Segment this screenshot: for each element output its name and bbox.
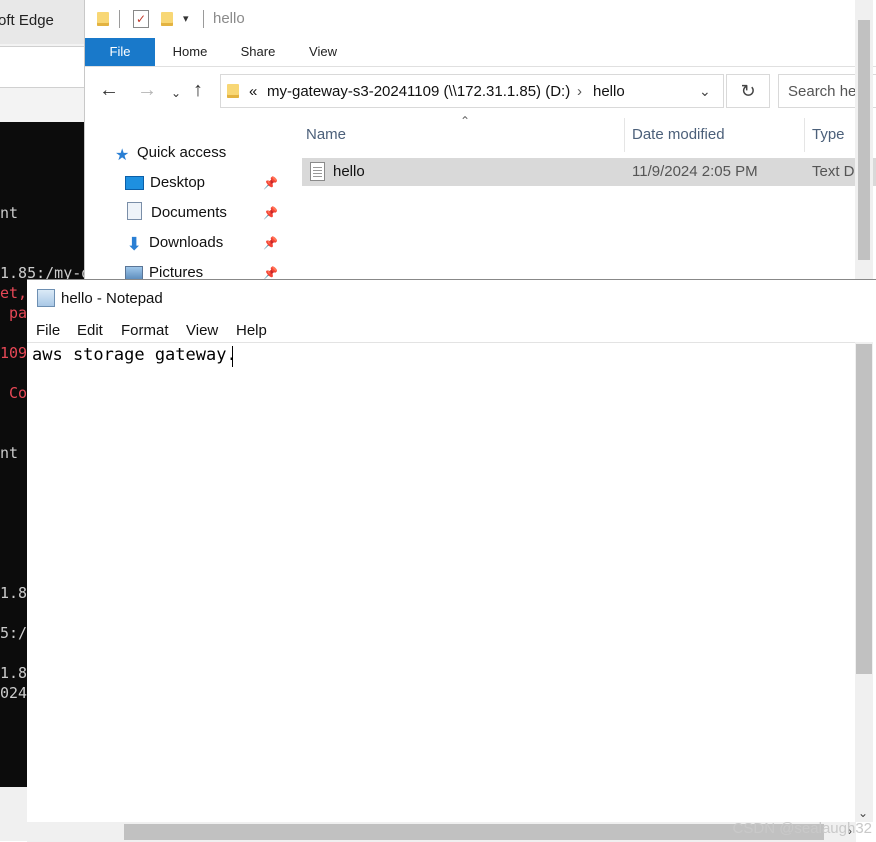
scrollbar-thumb[interactable] (856, 344, 872, 674)
download-icon: ⬇ (126, 234, 142, 254)
breadcrumb-folder[interactable]: hello (593, 83, 625, 100)
edge-title-bar[interactable]: oft Edge (0, 0, 84, 44)
breadcrumb-separator[interactable]: › (577, 83, 582, 100)
file-date-modified: 11/9/2024 2:05 PM (632, 163, 758, 180)
documents-icon (127, 202, 142, 220)
terminal-line: nt (0, 204, 19, 222)
pictures-icon (125, 266, 143, 280)
column-header-name[interactable]: Name (306, 126, 346, 143)
address-dropdown-chevron-icon[interactable]: ⌄ (699, 83, 711, 100)
new-folder-icon[interactable] (161, 12, 173, 26)
menu-view[interactable]: View (186, 322, 218, 339)
notepad-window[interactable]: hello - Notepad File Edit Format View He… (27, 279, 876, 842)
up-arrow-icon[interactable]: ↑ (193, 80, 203, 100)
notepad-title: hello - Notepad (61, 290, 163, 307)
notepad-menu-bar: File Edit Format View Help (27, 316, 876, 342)
sidebar-item-label: Downloads (149, 234, 224, 251)
desktop-background (0, 787, 28, 841)
search-placeholder: Search hel (788, 83, 860, 100)
file-explorer-window[interactable]: ✓ ▾ hello File Home Share View ← → ⌄ ↑ «… (84, 0, 876, 281)
properties-check-icon[interactable]: ✓ (133, 10, 149, 28)
window-title: hello (213, 10, 245, 27)
pin-icon[interactable]: 📌 (263, 176, 278, 190)
edge-toolbar (0, 46, 84, 88)
terminal-line: nt (0, 444, 19, 462)
tab-home[interactable]: Home (165, 38, 215, 66)
text-caret (232, 346, 233, 367)
tab-file[interactable]: File (85, 38, 155, 66)
sidebar-item-documents[interactable]: Documents (125, 200, 227, 226)
terminal-line: et, (0, 284, 28, 302)
desktop-icon (125, 176, 144, 190)
notepad-text-area[interactable]: aws storage gateway. (27, 342, 856, 823)
menu-format[interactable]: Format (121, 322, 169, 339)
back-arrow-icon[interactable]: ← (99, 80, 119, 100)
sidebar-item-desktop[interactable]: Desktop (125, 170, 205, 196)
sidebar-item-downloads[interactable]: ⬇ Downloads (125, 230, 223, 256)
explorer-scrollbar[interactable] (855, 0, 873, 279)
scrollbar-thumb[interactable] (858, 20, 870, 260)
forward-arrow-icon[interactable]: → (137, 80, 157, 100)
sidebar-item-quick-access[interactable]: ★ Quick access (115, 140, 226, 166)
toolbar-separator (203, 10, 204, 28)
folder-icon (97, 12, 109, 26)
pin-icon[interactable]: 📌 (263, 266, 278, 280)
star-icon: ★ (115, 147, 130, 164)
sort-ascending-icon: ⌃ (460, 114, 471, 128)
menu-help[interactable]: Help (236, 322, 267, 339)
scrollbar-thumb[interactable] (124, 824, 824, 840)
file-type: Text D (812, 163, 855, 180)
tab-share[interactable]: Share (233, 38, 283, 66)
file-row[interactable]: hello 11/9/2024 2:05 PM Text D (302, 158, 876, 186)
pin-icon[interactable]: 📌 (263, 206, 278, 220)
notepad-content: aws storage gateway. (32, 345, 237, 365)
toolbar-separator (119, 10, 120, 28)
navigation-pane: ★ Quick access Desktop 📌 Documents 📌 ⬇ Dow… (85, 116, 290, 281)
customize-toolbar-dropdown-icon[interactable]: ▾ (183, 12, 189, 25)
column-header-date-modified[interactable]: Date modified (632, 126, 725, 143)
text-file-icon (310, 162, 325, 181)
sidebar-item-label: Documents (151, 204, 227, 221)
recent-locations-chevron-icon[interactable]: ⌄ (171, 83, 181, 103)
ribbon-tabs: File Home Share View (85, 38, 876, 67)
notepad-title-bar[interactable]: hello - Notepad (27, 280, 876, 316)
menu-file[interactable]: File (36, 322, 60, 339)
menu-edit[interactable]: Edit (77, 322, 103, 339)
breadcrumb-overflow[interactable]: « (249, 83, 257, 100)
navigation-bar: ← → ⌄ ↑ « my-gateway-s3-20241109 (\\172.… (85, 66, 876, 116)
terminal-line: 109 (0, 344, 28, 362)
file-list: ⌃ Name Date modified Type hello 11/9/202… (290, 114, 876, 279)
address-bar[interactable]: « my-gateway-s3-20241109 (\\172.31.1.85)… (220, 74, 724, 108)
edge-title-text: oft Edge (0, 12, 54, 29)
terminal-line: 024 (0, 684, 28, 702)
vertical-scrollbar[interactable]: ⌄ (855, 342, 873, 822)
column-header-type[interactable]: Type (812, 126, 845, 143)
pin-icon[interactable]: 📌 (263, 236, 278, 250)
refresh-icon[interactable]: ↻ (726, 74, 770, 108)
file-name: hello (333, 163, 365, 180)
scroll-down-chevron-icon[interactable]: ⌄ (858, 806, 868, 820)
folder-icon (227, 84, 239, 98)
column-divider[interactable] (804, 118, 805, 152)
notepad-icon (37, 289, 55, 307)
breadcrumb-drive[interactable]: my-gateway-s3-20241109 (\\172.31.1.85) (… (267, 83, 570, 100)
column-divider[interactable] (624, 118, 625, 152)
terminal-line: Co (0, 384, 28, 402)
sidebar-item-label: Quick access (137, 144, 227, 161)
sidebar-item-label: Desktop (150, 174, 206, 191)
quick-access-toolbar: ✓ ▾ hello (85, 0, 876, 38)
tab-view[interactable]: View (299, 38, 347, 66)
watermark: CSDN @sealaugh32 (732, 820, 872, 837)
